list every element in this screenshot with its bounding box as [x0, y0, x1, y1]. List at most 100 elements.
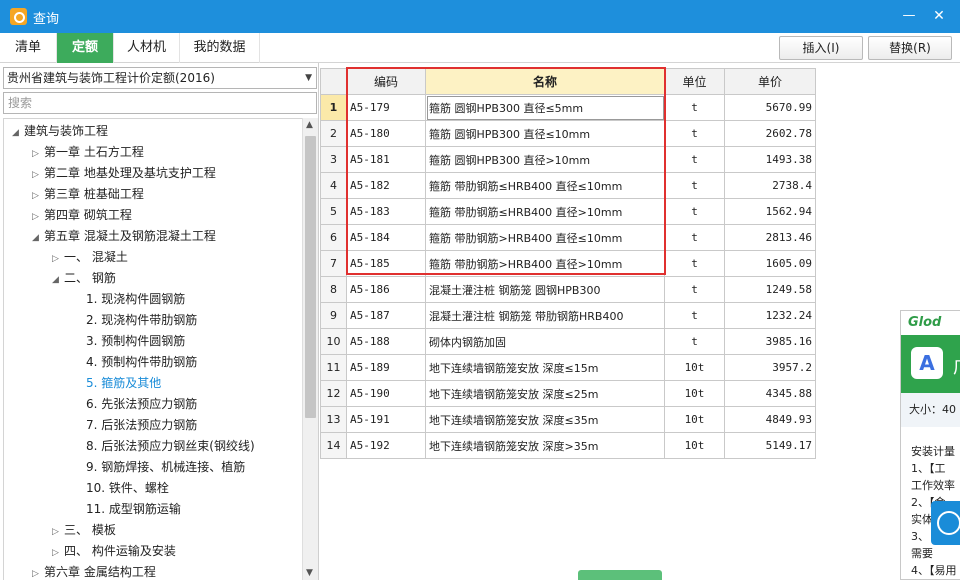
code-cell[interactable]: A5-180 — [346, 120, 426, 147]
tab-quota[interactable]: 定额 — [57, 33, 114, 63]
panel-resize-handle[interactable] — [578, 570, 662, 580]
tree-item[interactable]: ◢ 第五章 混凝土及钢筋混凝土工程 — [32, 226, 216, 247]
row-number[interactable]: 10 — [320, 328, 347, 355]
header-code[interactable]: 编码 — [346, 68, 426, 95]
name-cell[interactable]: 箍筋 圆钢HPB300 直径≤10mm — [425, 120, 665, 147]
row-number[interactable]: 3 — [320, 146, 347, 173]
table-row[interactable]: 11 A5-189 地下连续墙钢筋笼安放 深度≤15m 10t 3957.2 — [320, 354, 816, 381]
unit-cell[interactable]: t — [664, 224, 725, 251]
scroll-down-icon[interactable]: ▼ — [306, 568, 313, 578]
name-cell[interactable]: 地下连续墙钢筋笼安放 深度>35m — [425, 432, 665, 459]
price-cell[interactable]: 2602.78 — [724, 120, 816, 147]
insert-button[interactable]: 插入(I) — [779, 36, 863, 60]
tree-scrollbar[interactable]: ▲ ▼ — [302, 118, 318, 580]
code-cell[interactable]: A5-184 — [346, 224, 426, 251]
unit-cell[interactable]: 10t — [664, 406, 725, 433]
row-number[interactable]: 5 — [320, 198, 347, 225]
tree-item[interactable]: ▷ 第二章 地基处理及基坑支护工程 — [32, 163, 216, 184]
row-number[interactable]: 4 — [320, 172, 347, 199]
collapsed-triangle-icon[interactable]: ▷ — [32, 186, 44, 207]
unit-cell[interactable]: t — [664, 120, 725, 147]
collapsed-triangle-icon[interactable]: ▷ — [32, 165, 44, 186]
code-cell[interactable]: A5-189 — [346, 354, 426, 381]
name-cell[interactable]: 地下连续墙钢筋笼安放 深度≤25m — [425, 380, 665, 407]
name-cell[interactable]: 箍筋 圆钢HPB300 直径≤5mm — [425, 94, 665, 121]
tree-item[interactable]: 10. 铁件、螺栓 — [86, 478, 169, 499]
table-row[interactable]: 5 A5-183 箍筋 带肋钢筋≤HRB400 直径>10mm t 1562.94 — [320, 198, 816, 225]
collapsed-triangle-icon[interactable]: ▷ — [32, 144, 44, 165]
tree-item[interactable]: 6. 先张法预应力钢筋 — [86, 394, 197, 415]
table-row[interactable]: 2 A5-180 箍筋 圆钢HPB300 直径≤10mm t 2602.78 — [320, 120, 816, 147]
tab-bill[interactable]: 清单 — [0, 33, 57, 63]
name-cell[interactable]: 箍筋 带肋钢筋>HRB400 直径>10mm — [425, 250, 665, 277]
code-cell[interactable]: A5-192 — [346, 432, 426, 459]
unit-cell[interactable]: t — [664, 172, 725, 199]
replace-button[interactable]: 替换(R) — [868, 36, 952, 60]
code-cell[interactable]: A5-191 — [346, 406, 426, 433]
code-cell[interactable]: A5-187 — [346, 302, 426, 329]
unit-cell[interactable]: t — [664, 94, 725, 121]
row-number[interactable]: 1 — [320, 94, 347, 121]
expanded-triangle-icon[interactable]: ◢ — [12, 123, 24, 144]
ad-popup[interactable]: Glod 广 大小：40 安装计量1、【工工作效率2、【金实体3、需要4、【易用 — [900, 310, 960, 580]
collapsed-triangle-icon[interactable]: ▷ — [52, 543, 64, 564]
tree-item[interactable]: 2. 现浇构件带肋钢筋 — [86, 310, 197, 331]
tree-item[interactable]: ▷ 三、 模板 — [52, 520, 116, 541]
row-number[interactable]: 6 — [320, 224, 347, 251]
row-number[interactable]: 11 — [320, 354, 347, 381]
unit-cell[interactable]: t — [664, 146, 725, 173]
collapsed-triangle-icon[interactable]: ▷ — [32, 564, 44, 580]
tree-item[interactable]: 1. 现浇构件圆钢筋 — [86, 289, 185, 310]
unit-cell[interactable]: 10t — [664, 380, 725, 407]
tree-item[interactable]: ▷ 第六章 金属结构工程 — [32, 562, 156, 580]
expanded-triangle-icon[interactable]: ◢ — [32, 228, 44, 249]
row-number[interactable]: 2 — [320, 120, 347, 147]
price-cell[interactable]: 1605.09 — [724, 250, 816, 277]
tree-item[interactable]: ◢ 二、 钢筋 — [52, 268, 116, 289]
name-cell[interactable]: 砌体内钢筋加固 — [425, 328, 665, 355]
tree-item[interactable]: 11. 成型钢筋运输 — [86, 499, 181, 520]
expanded-triangle-icon[interactable]: ◢ — [52, 270, 64, 291]
tree-item[interactable]: ▷ 四、 构件运输及安装 — [52, 541, 176, 562]
price-cell[interactable]: 4345.88 — [724, 380, 816, 407]
ad-banner[interactable]: 广 — [901, 335, 960, 393]
code-cell[interactable]: A5-181 — [346, 146, 426, 173]
name-cell[interactable]: 箍筋 带肋钢筋≤HRB400 直径>10mm — [425, 198, 665, 225]
unit-cell[interactable]: t — [664, 250, 725, 277]
price-cell[interactable]: 3985.16 — [724, 328, 816, 355]
tree-item[interactable]: 9. 钢筋焊接、机械连接、植筋 — [86, 457, 245, 478]
tree-item[interactable]: ◢ 建筑与装饰工程 — [12, 121, 108, 142]
price-cell[interactable]: 1493.38 — [724, 146, 816, 173]
name-cell[interactable]: 混凝土灌注桩 钢筋笼 圆钢HPB300 — [425, 276, 665, 303]
row-number[interactable]: 7 — [320, 250, 347, 277]
scroll-thumb[interactable] — [305, 136, 316, 418]
code-cell[interactable]: A5-188 — [346, 328, 426, 355]
price-cell[interactable]: 1249.58 — [724, 276, 816, 303]
price-cell[interactable]: 5670.99 — [724, 94, 816, 121]
code-cell[interactable]: A5-182 — [346, 172, 426, 199]
table-row[interactable]: 1 A5-179 箍筋 圆钢HPB300 直径≤5mm t 5670.99 — [320, 94, 816, 121]
tree-item[interactable]: 4. 预制构件带肋钢筋 — [86, 352, 197, 373]
name-cell[interactable]: 箍筋 带肋钢筋>HRB400 直径≤10mm — [425, 224, 665, 251]
name-cell[interactable]: 箍筋 圆钢HPB300 直径>10mm — [425, 146, 665, 173]
name-cell[interactable]: 地下连续墙钢筋笼安放 深度≤15m — [425, 354, 665, 381]
price-cell[interactable]: 5149.17 — [724, 432, 816, 459]
collapsed-triangle-icon[interactable]: ▷ — [52, 522, 64, 543]
table-row[interactable]: 10 A5-188 砌体内钢筋加固 t 3985.16 — [320, 328, 816, 355]
table-row[interactable]: 7 A5-185 箍筋 带肋钢筋>HRB400 直径>10mm t 1605.09 — [320, 250, 816, 277]
tree-item[interactable]: ▷ 一、 混凝土 — [52, 247, 128, 268]
price-cell[interactable]: 4849.93 — [724, 406, 816, 433]
scroll-up-icon[interactable]: ▲ — [306, 120, 313, 130]
minimize-button[interactable]: — — [898, 6, 920, 26]
header-unit[interactable]: 单位 — [664, 68, 725, 95]
row-number[interactable]: 8 — [320, 276, 347, 303]
ad-floating-icon[interactable] — [931, 501, 960, 545]
price-cell[interactable]: 3957.2 — [724, 354, 816, 381]
table-row[interactable]: 4 A5-182 箍筋 带肋钢筋≤HRB400 直径≤10mm t 2738.4 — [320, 172, 816, 199]
name-cell[interactable]: 箍筋 带肋钢筋≤HRB400 直径≤10mm — [425, 172, 665, 199]
unit-cell[interactable]: t — [664, 328, 725, 355]
tree-item[interactable]: 7. 后张法预应力钢筋 — [86, 415, 197, 436]
price-cell[interactable]: 2813.46 — [724, 224, 816, 251]
table-row[interactable]: 8 A5-186 混凝土灌注桩 钢筋笼 圆钢HPB300 t 1249.58 — [320, 276, 816, 303]
table-row[interactable]: 6 A5-184 箍筋 带肋钢筋>HRB400 直径≤10mm t 2813.46 — [320, 224, 816, 251]
